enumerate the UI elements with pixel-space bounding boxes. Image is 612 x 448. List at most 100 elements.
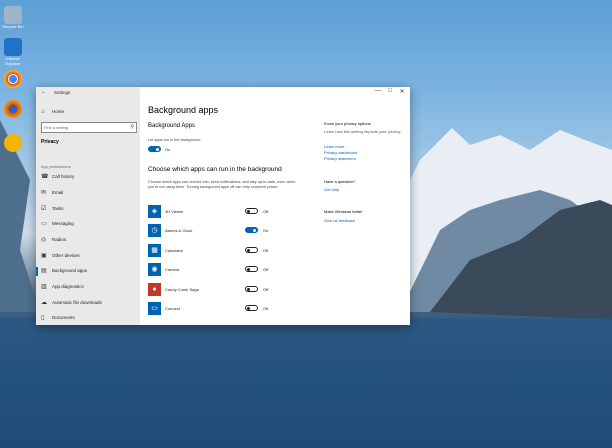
camera-icon: ◉ — [148, 263, 161, 276]
let-apps-state: On — [165, 147, 171, 152]
candy-crush-toggle[interactable] — [245, 286, 258, 292]
app-row-alarms-clock: ◷ Alarms & Clock On — [148, 224, 408, 240]
window-title: Settings — [54, 90, 71, 95]
radio-icon: ◎ — [41, 237, 47, 243]
sidebar-item-label: Tasks — [52, 206, 64, 211]
selection-indicator — [36, 267, 38, 276]
alarms-clock-icon: ◷ — [148, 224, 161, 237]
app-row-3d-viewer: ◈ 3D Viewer Off — [148, 205, 408, 221]
app-name: Connect — [165, 306, 180, 311]
privacy-dashboard-link[interactable]: Privacy dashboard — [324, 150, 357, 155]
search-input[interactable]: Find a setting ⚲ — [41, 122, 137, 133]
toggle-knob — [247, 249, 250, 252]
3d-viewer-icon: ◈ — [148, 205, 161, 218]
app-row-calculator: ▦ Calculator Off — [148, 244, 408, 260]
app-name: Calculator — [165, 248, 184, 253]
sidebar-item-messaging[interactable]: ▭ Messaging — [40, 218, 136, 231]
sidebar-item-background-apps[interactable]: ▤ Background apps — [36, 265, 136, 278]
tasks-icon: ☑ — [41, 206, 47, 212]
sidebar-item-label: Radios — [52, 237, 67, 242]
app-name: Camera — [165, 267, 180, 272]
desktop-icon-label: Internet Explorer — [5, 56, 21, 66]
recycle-bin-icon[interactable] — [4, 6, 22, 24]
learn-more-link[interactable]: Learn more — [324, 144, 344, 149]
search-icon: ⚲ — [130, 124, 134, 130]
choose-apps-description: Choose which apps can receive info, send… — [148, 180, 296, 189]
diagnostics-icon: ▥ — [41, 284, 47, 290]
toggle-knob — [247, 288, 250, 291]
sidebar-item-label: Messaging — [52, 221, 74, 226]
sidebar-item-label: Email — [52, 190, 64, 195]
feedback-link[interactable]: Give us feedback — [324, 218, 355, 223]
3d-viewer-toggle[interactable] — [245, 208, 258, 214]
connect-icon: ▭ — [148, 302, 161, 315]
question-title: Have a question? — [324, 179, 356, 184]
toggle-knob — [247, 307, 250, 310]
sidebar-home-label: Home — [52, 109, 65, 114]
app-row-candy-crush-saga: ● Candy Crush Saga Off — [148, 283, 408, 299]
sidebar-item-label: App diagnostics — [52, 284, 84, 289]
privacy-statement-link[interactable]: Privacy statement — [324, 156, 356, 161]
sidebar-item-email[interactable]: ✉ Email — [40, 187, 136, 200]
mail-icon: ✉ — [41, 190, 47, 196]
chrome-icon[interactable] — [4, 70, 22, 88]
toggle-knob — [247, 268, 250, 271]
settings-window: ← Settings — □ ✕ ⌂ Home Find a setting ⚲… — [36, 87, 410, 325]
app-name: 3D Viewer — [165, 209, 184, 214]
app-state: Off — [263, 306, 269, 311]
sidebar-item-label: Call history — [52, 174, 75, 179]
devices-icon: ▣ — [41, 253, 47, 259]
sidebar-item-other-devices[interactable]: ▣ Other devices — [40, 250, 136, 263]
desktop-icon-label: Recycle Bin — [2, 24, 24, 29]
app-state: On — [263, 228, 269, 233]
back-arrow-icon[interactable]: ← — [41, 89, 47, 95]
message-icon: ▭ — [41, 221, 47, 227]
camera-toggle[interactable] — [245, 266, 258, 272]
sidebar-item-tasks[interactable]: ☑ Tasks — [40, 203, 136, 216]
app-state: Off — [263, 248, 269, 253]
sidebar-item-call-history[interactable]: ☎ Call history — [40, 171, 136, 184]
search-placeholder: Find a setting — [44, 125, 69, 130]
sidebar-item-label: Documents — [52, 315, 75, 320]
sidebar-item-automatic-file-downloads[interactable]: ☁ Automatic file downloads — [40, 297, 136, 310]
app-row-camera: ◉ Camera Off — [148, 263, 408, 279]
app-icon[interactable] — [4, 134, 22, 152]
calculator-toggle[interactable] — [245, 247, 258, 253]
sidebar-item-label: Automatic file downloads — [52, 300, 102, 305]
let-apps-label: Let apps run in the background — [148, 138, 201, 142]
get-help-link[interactable]: Get help — [324, 187, 339, 192]
sidebar-item-label: Other devices — [52, 253, 80, 258]
app-state: Off — [263, 287, 269, 292]
download-icon: ☁ — [41, 300, 47, 306]
know-privacy-title: Know your privacy options — [324, 121, 371, 126]
home-icon: ⌂ — [41, 109, 45, 115]
candy-crush-icon: ● — [148, 283, 161, 296]
app-name: Candy Crush Saga — [165, 287, 199, 292]
let-apps-toggle[interactable] — [148, 146, 161, 152]
background-apps-icon: ▤ — [41, 268, 47, 274]
toggle-knob — [253, 229, 256, 232]
calculator-icon: ▦ — [148, 244, 161, 257]
app-state: Off — [263, 209, 269, 214]
sidebar-group-label: App permissions — [41, 164, 71, 169]
alarms-clock-toggle[interactable] — [245, 227, 258, 233]
onedrive-icon[interactable] — [4, 38, 22, 56]
know-privacy-text: Learn how this setting impacts your priv… — [324, 129, 402, 134]
firefox-icon[interactable] — [4, 100, 22, 118]
make-windows-better-title: Make Windows better — [324, 209, 363, 214]
app-row-connect: ▭ Connect Off — [148, 302, 408, 318]
page-title: Background apps — [148, 105, 219, 115]
sidebar-section-title: Privacy — [41, 139, 59, 145]
toggle-knob — [247, 210, 250, 213]
sidebar-home[interactable]: ⌂ Home — [40, 106, 136, 119]
sidebar-item-app-diagnostics[interactable]: ▥ App diagnostics — [40, 281, 136, 294]
phone-icon: ☎ — [41, 174, 49, 180]
app-name: Alarms & Clock — [165, 228, 193, 233]
sidebar-item-documents[interactable]: ▯ Documents — [40, 312, 136, 325]
sidebar-item-label: Background apps — [52, 268, 88, 273]
sidebar-item-radios[interactable]: ◎ Radios — [40, 234, 136, 247]
connect-toggle[interactable] — [245, 305, 258, 311]
document-icon: ▯ — [41, 315, 45, 321]
section-title-background-apps: Background Apps — [148, 123, 196, 129]
section-title-choose-apps: Choose which apps can run in the backgro… — [148, 166, 282, 173]
